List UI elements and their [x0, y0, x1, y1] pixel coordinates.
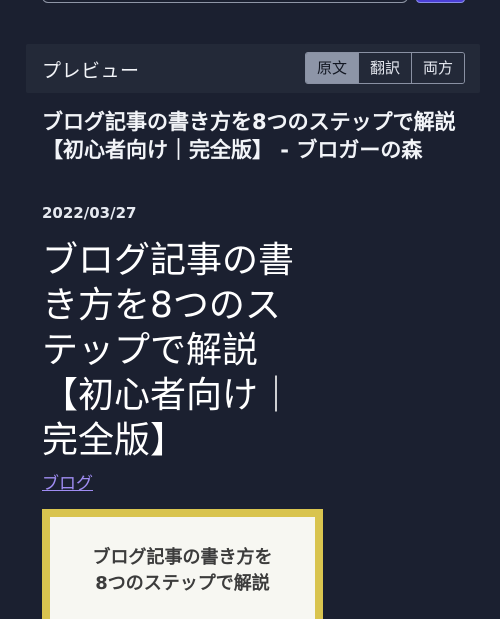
article-date: 2022/03/27	[42, 204, 137, 222]
tab-original[interactable]: 原文	[306, 53, 358, 83]
thumbnail-text-line-1: ブログ記事の書き方を	[92, 547, 273, 568]
tab-translation[interactable]: 翻訳	[358, 53, 411, 83]
article-heading: ブログ記事の書き方を8つのステップで解説【初心者向け｜完全版】	[42, 240, 295, 461]
view-mode-toggle: 原文 翻訳 両方	[305, 52, 465, 84]
preview-header: プレビュー 原文 翻訳 両方	[26, 44, 480, 93]
url-input[interactable]	[42, 0, 408, 3]
article-page-title: ブログ記事の書き方を8つのステップで解説【初心者向け｜完全版】 - ブロガーの森	[42, 110, 456, 162]
preview-title: プレビュー	[42, 60, 140, 82]
article-thumbnail: ブログ記事の書き方を 8つのステップで解説	[42, 509, 323, 619]
tab-both[interactable]: 両方	[411, 53, 464, 83]
category-link[interactable]: ブログ	[42, 469, 93, 494]
thumbnail-card: ブログ記事の書き方を 8つのステップで解説	[50, 517, 315, 619]
submit-button[interactable]	[416, 0, 465, 3]
thumbnail-text-line-2: 8つのステップで解説	[95, 573, 270, 594]
